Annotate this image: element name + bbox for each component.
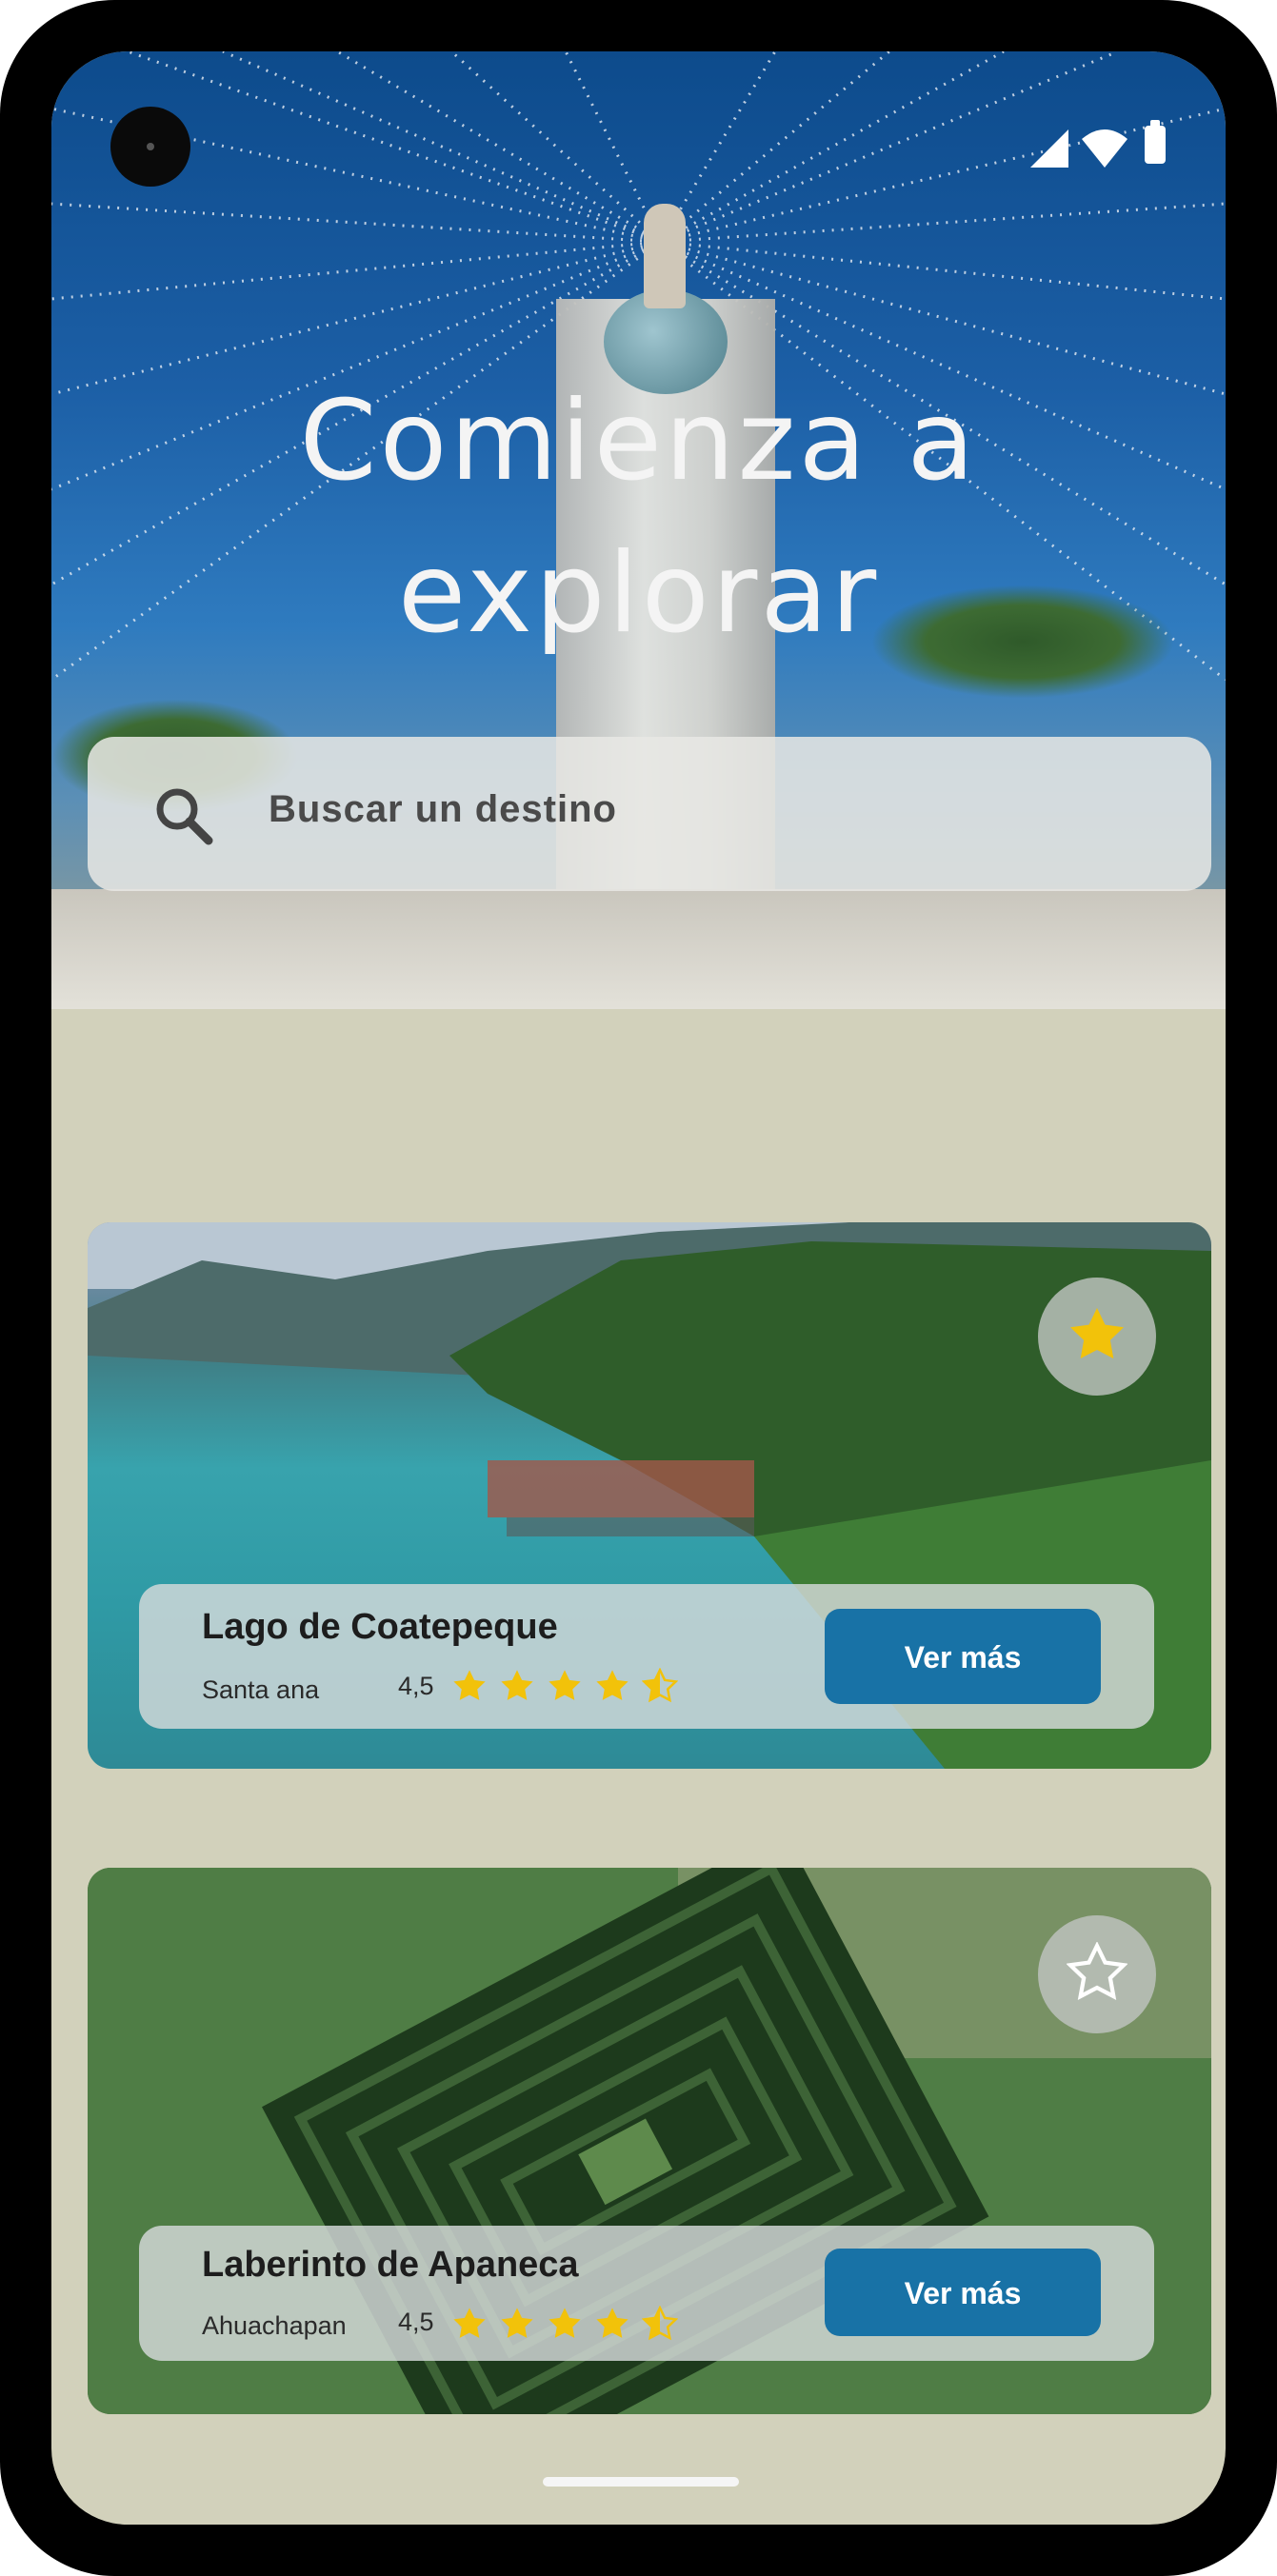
phone-frame: Comienza a explorar Buscar un destino La…: [0, 0, 1277, 2576]
rating-stars: [451, 2306, 680, 2344]
card-info-panel: Lago de Coatepeque Santa ana 4,5 Ver más: [139, 1584, 1154, 1729]
favorite-button[interactable]: [1038, 1915, 1156, 2033]
star-icon: [501, 1670, 533, 1700]
star-half-icon: [642, 1668, 678, 1703]
ver-mas-button[interactable]: Ver más: [825, 2249, 1101, 2336]
star-filled-icon: [1070, 1308, 1124, 1359]
place-region: Santa ana: [202, 1675, 320, 1704]
star-outline-icon: [1067, 1942, 1127, 2000]
home-indicator[interactable]: [543, 2477, 739, 2487]
star-icon: [453, 2308, 486, 2338]
hero-title: Comienza a explorar: [299, 377, 978, 658]
search-bar[interactable]: Buscar un destino: [88, 737, 1211, 891]
search-input[interactable]: Buscar un destino: [269, 788, 617, 831]
place-rating: 4,5: [398, 1672, 434, 1700]
place-rating: 4,5: [398, 2308, 434, 2336]
destination-card[interactable]: Lago de Coatepeque Santa ana 4,5 Ver más: [88, 1222, 1211, 1769]
place-name: Lago de Coatepeque: [202, 1607, 558, 1647]
app-screen: Comienza a explorar Buscar un destino La…: [51, 51, 1226, 2525]
signal-icon: [1030, 129, 1068, 168]
wifi-icon: [1082, 129, 1127, 168]
card-info-panel: Laberinto de Apaneca Ahuachapan 4,5 Ver …: [139, 2226, 1154, 2361]
hero-banner: Comienza a explorar Buscar un destino: [51, 51, 1226, 1009]
search-icon: [156, 788, 213, 845]
star-icon: [549, 1670, 581, 1700]
front-camera: [110, 107, 190, 187]
battery-icon: [1145, 120, 1166, 164]
monument-statue: [644, 204, 686, 308]
favorite-button[interactable]: [1038, 1278, 1156, 1396]
star-half-icon: [642, 2306, 678, 2341]
place-region: Ahuachapan: [202, 2311, 347, 2340]
plaza: [51, 889, 1226, 1009]
destination-card[interactable]: Laberinto de Apaneca Ahuachapan 4,5 Ver …: [88, 1868, 1211, 2414]
star-icon: [453, 1670, 486, 1700]
star-icon: [596, 2308, 629, 2338]
rating-stars: [451, 1668, 680, 1706]
star-icon: [596, 1670, 629, 1700]
star-icon: [549, 2308, 581, 2338]
ver-mas-button[interactable]: Ver más: [825, 1609, 1101, 1704]
place-name: Laberinto de Apaneca: [202, 2245, 579, 2285]
star-icon: [501, 2308, 533, 2338]
